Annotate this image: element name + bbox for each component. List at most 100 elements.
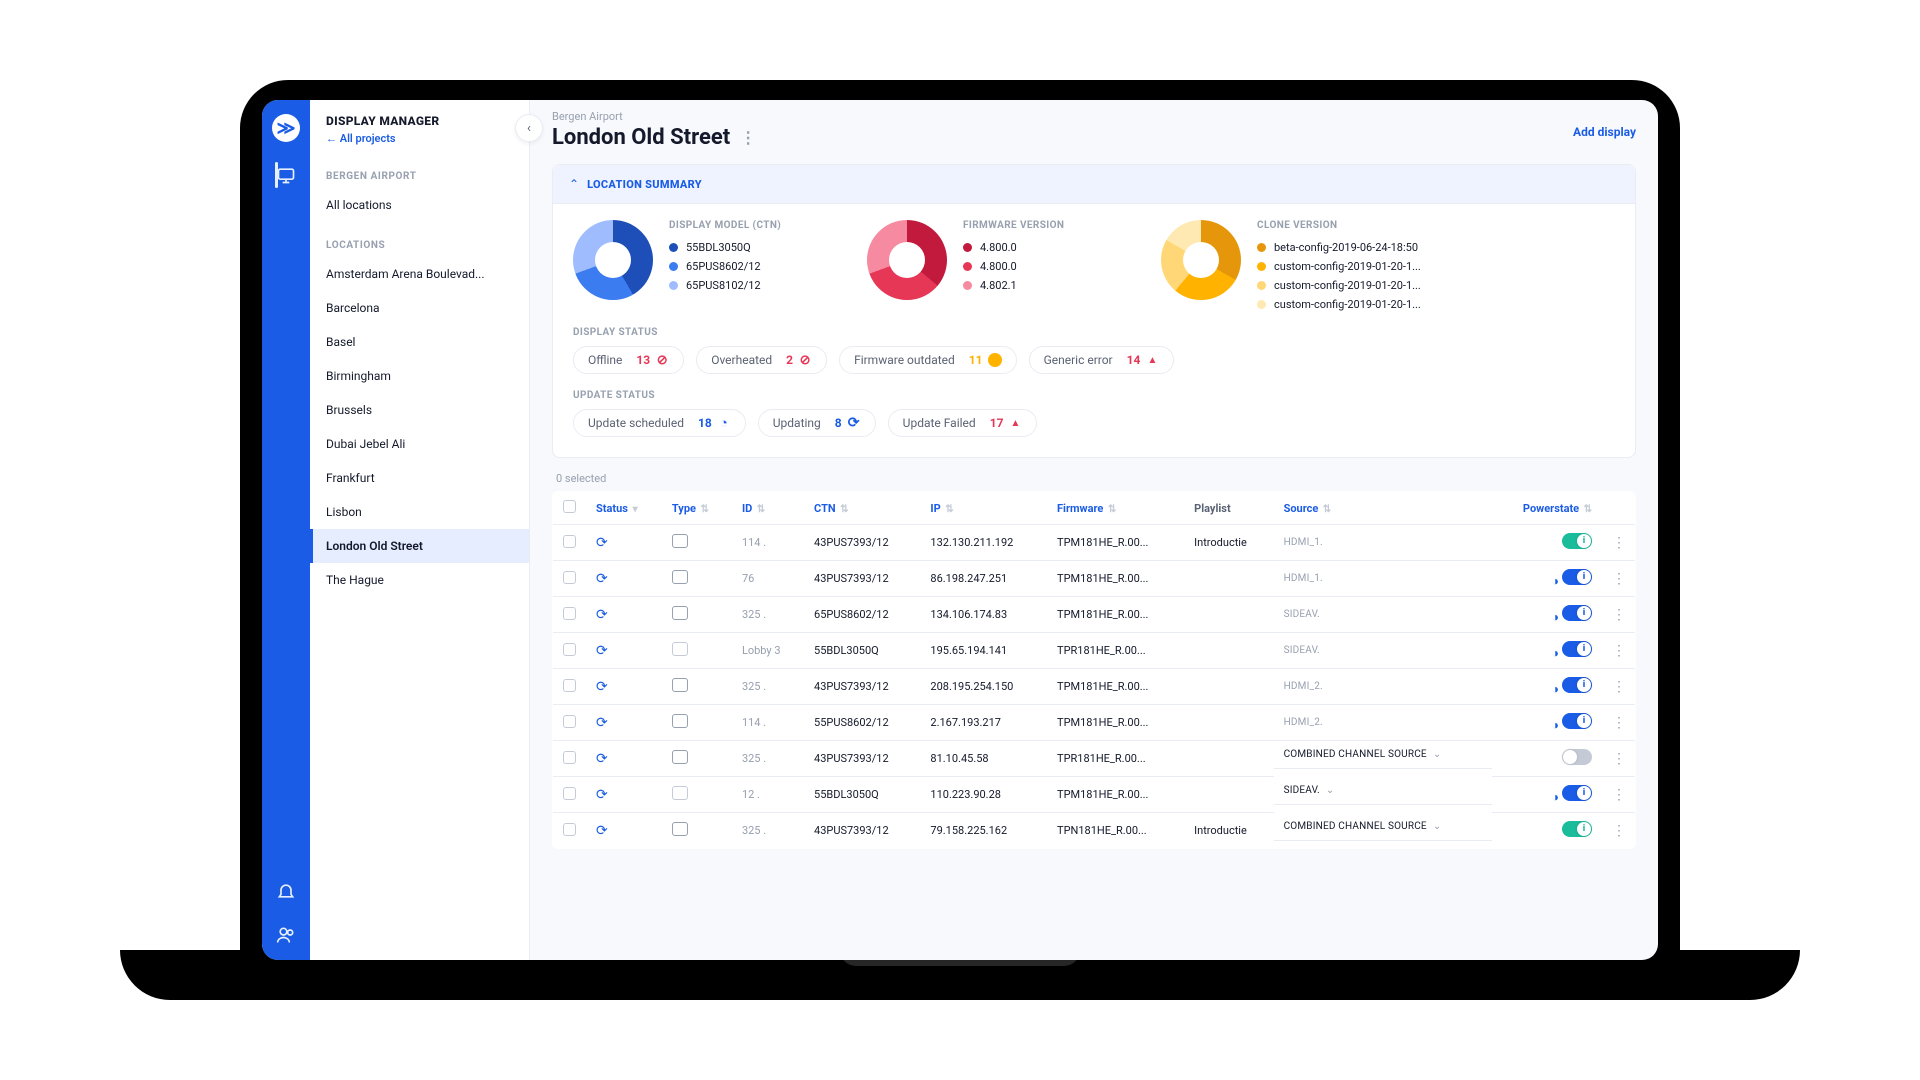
table-row[interactable]: ⟳325 .43PUS7393/1281.10.45.58TPR181HE_R.… — [553, 741, 1636, 777]
col-firmware[interactable]: Firmware ⇅ — [1047, 492, 1184, 525]
power-toggle[interactable] — [1562, 785, 1592, 801]
cell-powerstate[interactable]: ◑ — [1492, 633, 1602, 669]
sidebar-item-location[interactable]: London Old Street — [310, 529, 529, 563]
add-display-button[interactable]: Add display — [1573, 125, 1636, 139]
back-to-projects-link[interactable]: ← All projects — [326, 132, 513, 145]
cell-powerstate[interactable]: ◑ — [1492, 669, 1602, 705]
sidebar-item-location[interactable]: Amsterdam Arena Boulevad... — [310, 257, 529, 291]
cell-actions[interactable]: ⋮ — [1602, 777, 1636, 813]
power-toggle[interactable] — [1562, 569, 1592, 585]
col-type[interactable]: Type ⇅ — [662, 492, 732, 525]
cell-checkbox[interactable] — [553, 741, 587, 777]
cell-checkbox[interactable] — [553, 525, 587, 561]
status-pill[interactable]: Updating8 ⟳ — [758, 409, 876, 437]
cell-powerstate[interactable]: ◑ — [1492, 561, 1602, 597]
cell-actions[interactable]: ⋮ — [1602, 669, 1636, 705]
select-all-checkbox[interactable] — [563, 500, 576, 513]
col-ip[interactable]: IP ⇅ — [920, 492, 1047, 525]
legend-item[interactable]: 65PUS8602/12 — [669, 260, 819, 273]
sidebar-item-location[interactable]: The Hague — [310, 563, 529, 597]
legend-item[interactable]: 4.800.0 — [963, 260, 1113, 273]
row-more-icon[interactable]: ⋮ — [1612, 571, 1625, 587]
cell-actions[interactable]: ⋮ — [1602, 633, 1636, 669]
cell-checkbox[interactable] — [553, 705, 587, 741]
col-status[interactable]: Status ▾ — [586, 492, 662, 525]
page-more-icon[interactable]: ⋮ — [740, 128, 756, 147]
cell-powerstate[interactable]: ◑ — [1492, 777, 1602, 813]
cell-powerstate[interactable] — [1492, 741, 1602, 777]
row-more-icon[interactable]: ⋮ — [1612, 823, 1625, 839]
row-checkbox[interactable] — [563, 751, 576, 764]
row-more-icon[interactable]: ⋮ — [1612, 715, 1625, 731]
legend-item[interactable]: custom-config-2019-01-20-1... — [1257, 279, 1421, 292]
cell-actions[interactable]: ⋮ — [1602, 741, 1636, 777]
cell-checkbox[interactable] — [553, 669, 587, 705]
row-checkbox[interactable] — [563, 823, 576, 836]
row-more-icon[interactable]: ⋮ — [1612, 643, 1625, 659]
row-more-icon[interactable]: ⋮ — [1612, 787, 1625, 803]
power-toggle[interactable] — [1562, 749, 1592, 765]
sidebar-item-location[interactable]: Brussels — [310, 393, 529, 427]
status-pill[interactable]: Generic error14 ▲ — [1029, 346, 1175, 374]
cell-source[interactable]: COMBINED CHANNEL SOURCE ⌄ — [1274, 813, 1493, 841]
table-row[interactable]: ⟳114 .55PUS8602/122.167.193.217TPM181HE_… — [553, 705, 1636, 741]
cell-powerstate[interactable] — [1492, 525, 1602, 561]
row-checkbox[interactable] — [563, 787, 576, 800]
col-id[interactable]: ID ⇅ — [732, 492, 804, 525]
row-more-icon[interactable]: ⋮ — [1612, 751, 1625, 767]
col-ctn[interactable]: CTN ⇅ — [804, 492, 920, 525]
cell-actions[interactable]: ⋮ — [1602, 561, 1636, 597]
row-checkbox[interactable] — [563, 679, 576, 692]
row-more-icon[interactable]: ⋮ — [1612, 535, 1625, 551]
cell-actions[interactable]: ⋮ — [1602, 597, 1636, 633]
table-row[interactable]: ⟳325 .43PUS7393/1279.158.225.162TPN181HE… — [553, 813, 1636, 849]
cell-actions[interactable]: ⋮ — [1602, 813, 1636, 849]
row-more-icon[interactable]: ⋮ — [1612, 607, 1625, 623]
users-nav-icon[interactable] — [275, 924, 297, 946]
power-toggle[interactable] — [1562, 821, 1592, 837]
cell-powerstate[interactable] — [1492, 813, 1602, 849]
power-toggle[interactable] — [1562, 641, 1592, 657]
table-row[interactable]: ⟳7643PUS7393/1286.198.247.251TPM181HE_R.… — [553, 561, 1636, 597]
sidebar-item-location[interactable]: Basel — [310, 325, 529, 359]
table-row[interactable]: ⟳325 .43PUS7393/12208.195.254.150TPM181H… — [553, 669, 1636, 705]
col-source[interactable]: Source ⇅ — [1274, 492, 1493, 525]
collapse-sidebar-button[interactable]: ‹ — [515, 114, 543, 142]
sidebar-item-location[interactable]: Frankfurt — [310, 461, 529, 495]
table-row[interactable]: ⟳114 .43PUS7393/12132.130.211.192TPM181H… — [553, 525, 1636, 561]
row-checkbox[interactable] — [563, 571, 576, 584]
table-row[interactable]: ⟳12 .55BDL3050Q110.223.90.28TPM181HE_R.0… — [553, 777, 1636, 813]
row-checkbox[interactable] — [563, 643, 576, 656]
status-pill[interactable]: Firmware outdated11 — [839, 346, 1017, 374]
table-row[interactable]: ⟳325 .65PUS8602/12134.106.174.83TPM181HE… — [553, 597, 1636, 633]
row-more-icon[interactable]: ⋮ — [1612, 679, 1625, 695]
cell-source[interactable]: COMBINED CHANNEL SOURCE ⌄ — [1274, 741, 1493, 769]
cell-actions[interactable]: ⋮ — [1602, 525, 1636, 561]
cell-source[interactable]: SIDEAV. ⌄ — [1274, 777, 1493, 805]
sidebar-item-location[interactable]: Birmingham — [310, 359, 529, 393]
sidebar-item-location[interactable]: Barcelona — [310, 291, 529, 325]
collapse-summary-toggle[interactable]: ⌃ LOCATION SUMMARY — [553, 165, 1635, 204]
status-pill[interactable]: Update Failed17 ▲ — [888, 409, 1038, 437]
status-pill[interactable]: Overheated2 ⊘ — [696, 346, 827, 374]
legend-item[interactable]: 55BDL3050Q — [669, 241, 819, 254]
col-powerstate[interactable]: Powerstate ⇅ — [1492, 492, 1602, 525]
sidebar-item-location[interactable]: Dubai Jebel Ali — [310, 427, 529, 461]
status-pill[interactable]: Update scheduled18 ◔ — [573, 409, 746, 437]
power-toggle[interactable] — [1562, 605, 1592, 621]
cell-powerstate[interactable]: ◑ — [1492, 705, 1602, 741]
power-toggle[interactable] — [1562, 677, 1592, 693]
row-checkbox[interactable] — [563, 607, 576, 620]
legend-item[interactable]: 4.802.1 — [963, 279, 1113, 292]
table-row[interactable]: ⟳Lobby 355BDL3050Q195.65.194.141TPR181HE… — [553, 633, 1636, 669]
power-toggle[interactable] — [1562, 533, 1592, 549]
notifications-nav-icon[interactable] — [275, 880, 297, 902]
cell-checkbox[interactable] — [553, 633, 587, 669]
row-checkbox[interactable] — [563, 535, 576, 548]
cell-checkbox[interactable] — [553, 597, 587, 633]
app-logo-icon[interactable]: ≫ — [272, 114, 300, 142]
legend-item[interactable]: custom-config-2019-01-20-1... — [1257, 298, 1421, 311]
status-pill[interactable]: Offline13 ⊘ — [573, 346, 684, 374]
legend-item[interactable]: custom-config-2019-01-20-1... — [1257, 260, 1421, 273]
sidebar-item-location[interactable]: Lisbon — [310, 495, 529, 529]
